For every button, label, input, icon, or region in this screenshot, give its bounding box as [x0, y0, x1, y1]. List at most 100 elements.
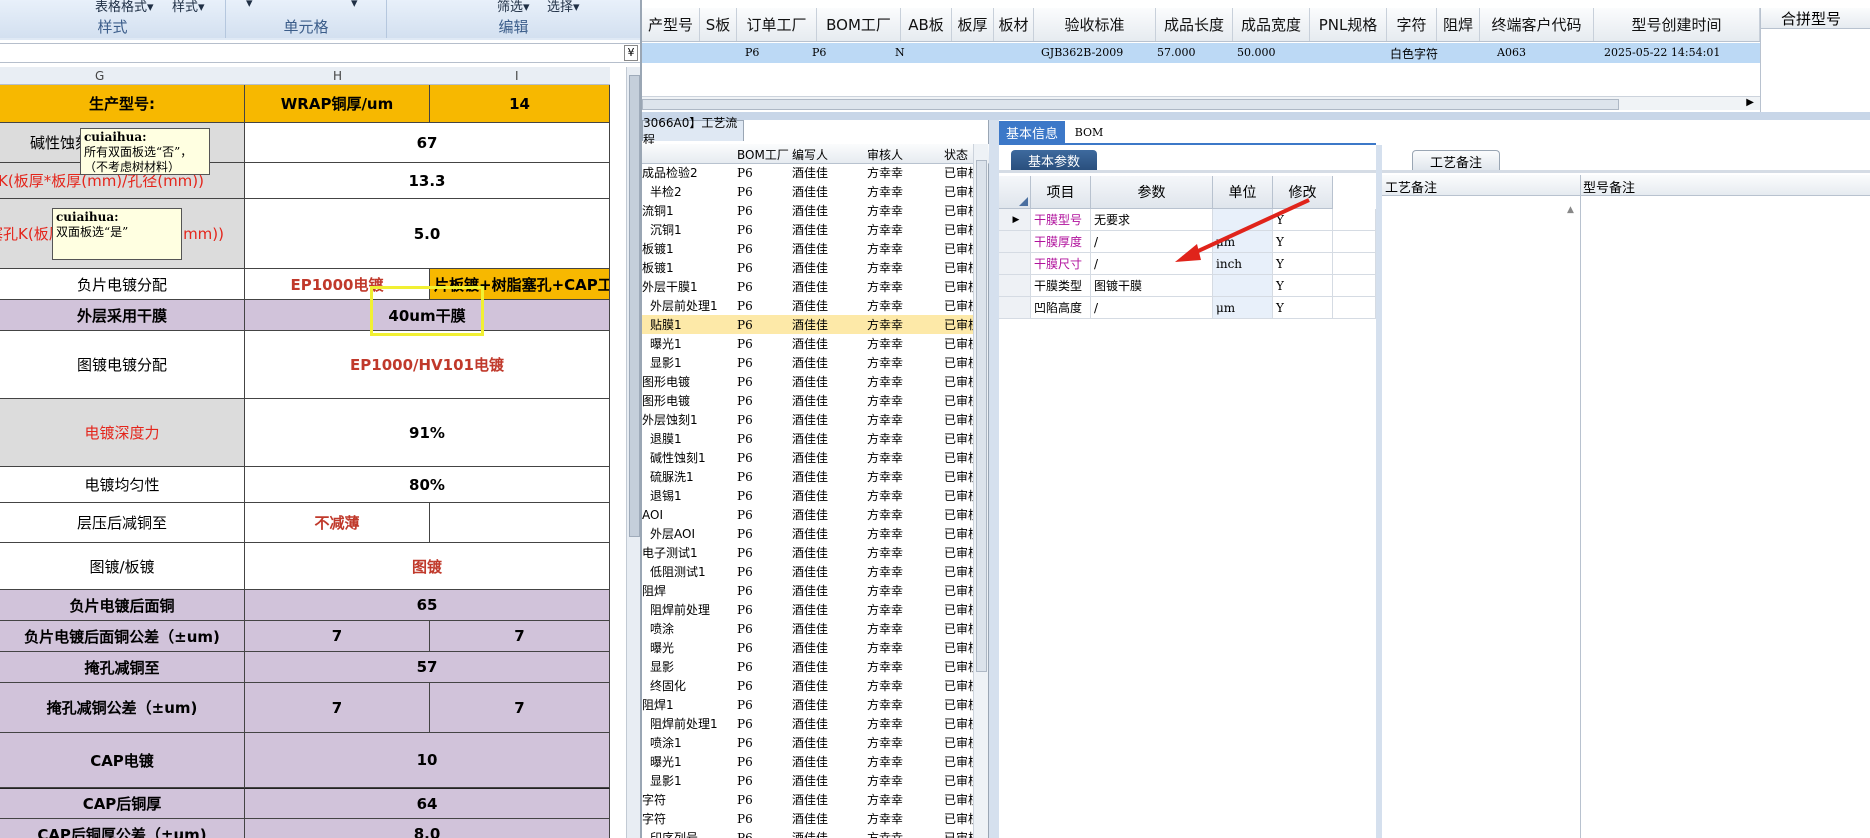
top-grid-hscrollbar[interactable]: ▶	[642, 96, 1760, 110]
hdr-width[interactable]: 成品宽度	[1233, 8, 1310, 41]
cell-g-outer-dry-film[interactable]: 外层采用干膜	[0, 300, 245, 331]
param-row-indicator[interactable]: ▶	[999, 209, 1031, 231]
cells-dropdown[interactable]: ▾	[246, 0, 253, 11]
tab-basic-info[interactable]: 基本信息	[999, 121, 1065, 143]
process-row[interactable]: 阻焊前处理 P6 酒佳佳 方幸幸 已审核	[642, 600, 975, 619]
top-grid-hscroll-thumb[interactable]	[642, 99, 1619, 110]
process-row[interactable]: 硫脲洗1 P6 酒佳佳 方幸幸 已审核	[642, 467, 975, 486]
process-row[interactable]: 低阻测试1 P6 酒佳佳 方幸幸 已审核	[642, 562, 975, 581]
process-row[interactable]: 外层干膜1 P6 酒佳佳 方幸幸 已审核	[642, 277, 975, 296]
cell-h-uniformity[interactable]: 80%	[245, 467, 610, 503]
cell-h-neg-copper-tol[interactable]: 7	[245, 621, 430, 652]
hdr-material[interactable]: 板材	[994, 8, 1034, 41]
cell-g-cap-plating[interactable]: CAP电镀	[0, 733, 245, 788]
cell-g-tent-copper-tol[interactable]: 掩孔减铜公差（±um)	[0, 683, 245, 733]
process-row[interactable]: 板镀1 P6 酒佳佳 方幸幸 已审核	[642, 239, 975, 258]
hdr-order-factory[interactable]: 订单工厂	[737, 8, 817, 41]
process-hdr-status[interactable]: 状态	[944, 146, 968, 163]
process-row[interactable]: 外层前处理1 P6 酒佳佳 方幸幸 已审核	[642, 296, 975, 315]
formula-expand-icon[interactable]: ¥	[624, 45, 638, 61]
param-extra[interactable]	[1333, 209, 1376, 231]
cell-h-copper-reduce[interactable]: 不减薄	[245, 503, 430, 543]
process-row[interactable]: 阻焊前处理1 P6 酒佳佳 方幸幸 已审核	[642, 714, 975, 733]
hdr-ab-board[interactable]: AB板	[901, 8, 952, 41]
cell-h-tent-copper-tol[interactable]: 7	[245, 683, 430, 733]
process-row[interactable]: 喷涂1 P6 酒佳佳 方幸幸 已审核	[642, 733, 975, 752]
process-row[interactable]: 流铜1 P6 酒佳佳 方幸幸 已审核	[642, 201, 975, 220]
process-tab[interactable]: 3066A0】工艺流程	[642, 116, 744, 147]
process-row[interactable]: 沉铜1 P6 酒佳佳 方幸幸 已审核	[642, 220, 975, 239]
excel-vertical-scrollbar[interactable]	[626, 67, 640, 838]
process-row[interactable]: 显影 P6 酒佳佳 方幸幸 已审核	[642, 657, 975, 676]
process-row[interactable]: 字符 P6 酒佳佳 方幸幸 已审核	[642, 790, 975, 809]
param-extra[interactable]	[1333, 297, 1376, 319]
param-item[interactable]: 凹陷高度	[1031, 297, 1091, 319]
param-row-indicator[interactable]	[999, 253, 1031, 275]
splitter-mid[interactable]	[989, 120, 999, 838]
cell-h-pattern-plating[interactable]: EP1000/HV101电镀	[245, 331, 610, 399]
process-scroll-thumb[interactable]	[976, 160, 987, 672]
param-item[interactable]: 干膜类型	[1031, 275, 1091, 297]
hscroll-right-arrow-icon[interactable]: ▶	[1746, 97, 1754, 108]
top-grid-selected-row[interactable]: P6 P6 N GJB362B-2009 57.000 50.000 白色字符 …	[642, 43, 1760, 63]
param-modify[interactable]: Y	[1273, 297, 1333, 319]
hdr-bom-factory[interactable]: BOM工厂	[817, 8, 901, 41]
process-row[interactable]: 阻焊 P6 酒佳佳 方幸幸 已审核	[642, 581, 975, 600]
cell-g-neg-copper-tol[interactable]: 负片电镀后面铜公差（±um)	[0, 621, 245, 652]
tab-bom[interactable]: BOM	[1069, 121, 1109, 143]
subtab-basic-params[interactable]: 基本参数	[1011, 150, 1097, 170]
cells-dropdown-2[interactable]: ▾	[351, 0, 358, 11]
process-hdr-reviewer[interactable]: 审核人	[867, 146, 903, 163]
param-unit[interactable]	[1213, 275, 1273, 297]
cell-h-plug-k-ratio[interactable]: 5.0	[245, 199, 610, 269]
splitter-top[interactable]	[642, 112, 1870, 120]
param-unit[interactable]: μm	[1213, 297, 1273, 319]
cell-h-wrap-thickness[interactable]: WRAP铜厚/um	[245, 85, 430, 123]
process-row[interactable]: 曝光1 P6 酒佳佳 方幸幸 已审核	[642, 752, 975, 771]
remarks-col-process[interactable]: 工艺备注	[1385, 177, 1437, 196]
process-row[interactable]: 喷涂 P6 酒佳佳 方幸幸 已审核	[642, 619, 975, 638]
cell-h-alkaline-etch[interactable]: 67	[245, 123, 610, 163]
process-row[interactable]: AOI P6 酒佳佳 方幸幸 已审核	[642, 505, 975, 524]
cell-h-pattern-or-panel[interactable]: 图镀	[245, 543, 610, 590]
process-vscrollbar[interactable]	[973, 144, 988, 838]
cell-g-throwing-power[interactable]: 电镀深度力	[0, 399, 245, 467]
cell-g-uniformity[interactable]: 电镀均匀性	[0, 467, 245, 503]
remarks-model-area[interactable]	[1581, 196, 1870, 838]
hdr-customer[interactable]: 终端客户代码	[1480, 8, 1594, 41]
col-header-g[interactable]: G	[95, 69, 104, 83]
cell-h-k-ratio[interactable]: 13.3	[245, 163, 610, 199]
cell-g-pattern-plating[interactable]: 图镀电镀分配	[0, 331, 245, 399]
remarks-scroll-up-icon[interactable]: ▲	[1567, 205, 1574, 215]
cell-i-tent-copper-tol[interactable]: 7	[430, 683, 610, 733]
process-row[interactable]: 显影1 P6 酒佳佳 方幸幸 已审核	[642, 353, 975, 372]
process-row[interactable]: 成品检验2 P6 酒佳佳 方幸幸 已审核	[642, 163, 975, 182]
cell-h-cap-copper[interactable]: 64	[245, 788, 610, 819]
param-item[interactable]: 干膜型号	[1031, 209, 1091, 231]
process-row[interactable]: 字符 P6 酒佳佳 方幸幸 已审核	[642, 809, 975, 828]
process-row[interactable]: 碱性蚀刻1 P6 酒佳佳 方幸幸 已审核	[642, 448, 975, 467]
cell-i-wrap-value[interactable]: 14	[430, 85, 610, 123]
cell-h-cap-copper-tol[interactable]: 8.0	[245, 819, 610, 838]
hdr-created[interactable]: 型号创建时间	[1594, 8, 1760, 41]
hdr-length[interactable]: 成品长度	[1156, 8, 1233, 41]
merge-model-title[interactable]: 合拼型号	[1761, 8, 1870, 29]
param-modify[interactable]: Y	[1273, 275, 1333, 297]
param-row-indicator[interactable]	[999, 231, 1031, 253]
param-value[interactable]: /	[1091, 297, 1213, 319]
param-extra[interactable]	[1333, 231, 1376, 253]
process-row[interactable]: 半检2 P6 酒佳佳 方幸幸 已审核	[642, 182, 975, 201]
params-hdr-item[interactable]: 项目	[1031, 176, 1091, 209]
cell-g-copper-reduce[interactable]: 层压后减铜至	[0, 503, 245, 543]
process-row[interactable]: 阻焊1 P6 酒佳佳 方幸幸 已审核	[642, 695, 975, 714]
process-row[interactable]: 终固化 P6 酒佳佳 方幸幸 已审核	[642, 676, 975, 695]
cell-g-negative-plating[interactable]: 负片电镀分配	[0, 269, 245, 300]
remarks-process-area[interactable]	[1382, 196, 1580, 838]
process-row[interactable]: 图形电镀 P6 酒佳佳 方幸幸 已审核	[642, 391, 975, 410]
cell-h-tent-copper[interactable]: 57	[245, 652, 610, 683]
tab-process-remarks[interactable]: 工艺备注	[1412, 150, 1500, 171]
param-extra[interactable]	[1333, 253, 1376, 275]
col-header-i[interactable]: I	[515, 69, 519, 83]
hdr-standard[interactable]: 验收标准	[1034, 8, 1156, 41]
col-header-h[interactable]: H	[333, 69, 342, 83]
